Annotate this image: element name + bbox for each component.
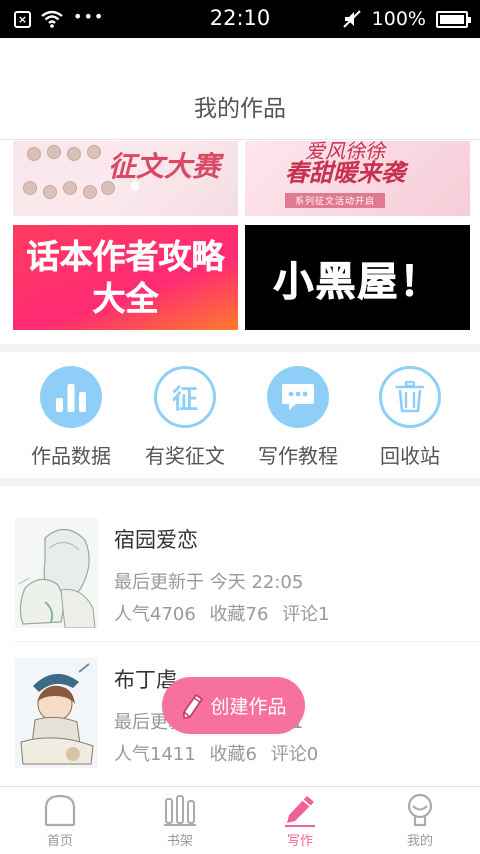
nav-item-profile[interactable]: 我的 (360, 787, 480, 854)
work-stats: 人气4706 收藏76 评论1 (114, 600, 330, 626)
status-right-icons: 100% (342, 0, 471, 38)
battery-percent: 100% (371, 8, 426, 30)
banner-writing-contest[interactable]: 征文大赛 ​ (13, 141, 238, 216)
guide-line-2: 大全 (92, 278, 159, 318)
create-work-label: 创建作品 (210, 696, 287, 718)
nav-label: 首页 (46, 834, 73, 849)
battery-icon (436, 10, 471, 28)
action-label: 作品数据 (31, 444, 111, 468)
banner-black-room[interactable]: 小黑屋！ (245, 225, 470, 330)
home-icon (44, 794, 76, 827)
spring-subtitle: 系列征文活动开启 (285, 193, 386, 208)
work-title: 宿园爱恋 (114, 528, 198, 552)
section-divider (0, 344, 480, 352)
banner-author-guide[interactable]: 话本作者攻略 大全 (13, 225, 238, 330)
contest-icon: 征 (154, 366, 216, 428)
work-cover-image (15, 658, 98, 768)
nav-item-bookshelf[interactable]: 书架 (120, 787, 240, 854)
action-writing-tutorial[interactable]: 写作教程 (243, 366, 353, 469)
work-item[interactable]: 宿园爱恋 最后更新于 今天 22:05 人气4706 收藏76 评论1 (0, 502, 480, 642)
quick-actions: 作品数据 征 有奖征文 写作教程 回收站 (0, 352, 480, 477)
nav-label: 书架 (166, 834, 193, 849)
comments-count: 评论1 (282, 604, 330, 625)
contest-subtitle: ​ (131, 181, 139, 191)
comments-count: 评论0 (270, 744, 319, 765)
favorites-count: 收藏6 (209, 744, 257, 765)
action-label: 有奖征文 (145, 444, 225, 468)
action-prize-contest[interactable]: 征 有奖征文 (130, 366, 240, 469)
nav-label: 我的 (406, 834, 433, 849)
page-header: 我的作品 (0, 38, 480, 140)
trash-icon (379, 366, 441, 428)
page-title: 我的作品 (194, 96, 286, 122)
work-cover-image (15, 518, 98, 628)
favorites-count: 收藏76 (209, 604, 269, 625)
bar-chart-icon (40, 366, 102, 428)
guide-line-1: 话本作者攻略 (26, 236, 225, 276)
action-work-data[interactable]: 作品数据 (16, 366, 126, 469)
popularity-count: 人气4706 (114, 604, 196, 625)
blackroom-title: 小黑屋！ (273, 258, 442, 305)
banner-spring-event[interactable]: 爱风徐徐 春甜暖来袭 系列征文活动开启 (245, 141, 470, 216)
spring-title: 春甜暖来袭 (285, 158, 405, 187)
action-recycle-bin[interactable]: 回收站 (355, 366, 465, 469)
bookshelf-icon (164, 795, 196, 826)
nav-item-home[interactable]: 首页 (0, 787, 120, 854)
contest-portraits (19, 141, 115, 216)
status-bar: × ••• 22:10 100% (0, 0, 480, 38)
nav-label: 写作 (286, 834, 313, 849)
bottom-nav: 首页 书架 写作 我的 (0, 786, 480, 854)
pencil-icon (183, 693, 204, 719)
work-stats: 人气1411 收藏6 评论0 (114, 740, 318, 766)
profile-icon (407, 793, 433, 827)
work-updated-time: 最后更新于 今天 22:05 (114, 572, 304, 593)
section-divider (0, 478, 480, 486)
chat-bubble-icon (267, 366, 329, 428)
pen-icon (285, 796, 315, 827)
mute-icon (342, 10, 361, 28)
action-label: 回收站 (380, 444, 440, 468)
action-label: 写作教程 (258, 444, 338, 468)
create-work-button[interactable]: 创建作品 (162, 677, 305, 734)
nav-item-write[interactable]: 写作 (240, 787, 360, 854)
contest-title: 征文大赛 (108, 150, 221, 183)
popularity-count: 人气1411 (114, 744, 196, 765)
